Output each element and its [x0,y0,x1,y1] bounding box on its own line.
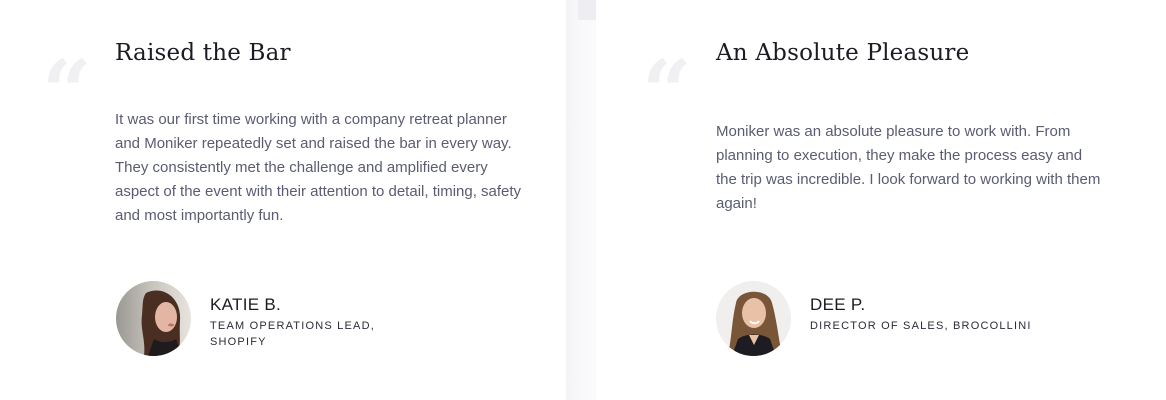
quote-icon: “ [42,42,92,143]
person-name: DEE P. [810,295,866,314]
avatar [716,281,791,356]
carousel-handle[interactable] [578,0,596,20]
person-portrait-icon [116,281,191,356]
testimonial-title: An Absolute Pleasure [716,40,970,66]
testimonial-card: “ Raised the Bar It was our first time w… [0,0,566,400]
person-name: KATIE B. [210,295,282,314]
carousel-gutter [566,0,596,400]
testimonial-body: It was our first time working with a com… [115,111,522,224]
testimonial-body: Moniker was an absolute pleasure to work… [716,123,1101,212]
testimonial-title: Raised the Bar [115,40,291,66]
person-portrait-icon [716,281,791,356]
person-role: DIRECTOR OF SALES, BROCOLLINI [810,320,1032,332]
quote-icon: “ [642,42,692,143]
avatar [116,281,191,356]
testimonial-card: “ An Absolute Pleasure Moniker was an ab… [596,0,1166,400]
testimonials-section: “ Raised the Bar It was our first time w… [0,0,1166,400]
person-role: TEAM OPERATIONS LEAD, SHOPIFY [210,320,375,348]
